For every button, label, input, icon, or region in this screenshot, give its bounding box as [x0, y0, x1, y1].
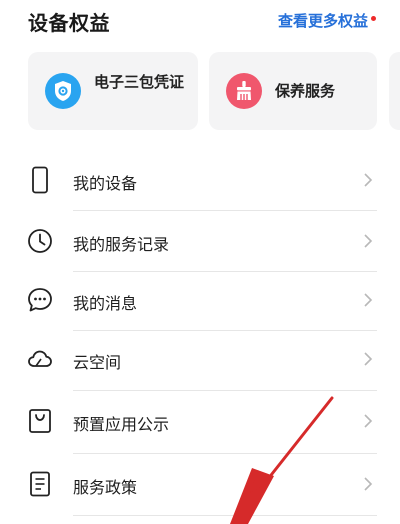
- menu-item-service-records[interactable]: 我的服务记录: [0, 211, 400, 271]
- menu-item-label: 我的消息: [73, 294, 138, 313]
- menu-item-my-messages[interactable]: 我的消息: [0, 272, 400, 332]
- card-warranty-certificate[interactable]: 电子三包凭证: [28, 52, 198, 130]
- menu-item-my-devices[interactable]: 我的设备: [0, 150, 400, 210]
- view-more-benefits-link[interactable]: 查看更多权益: [278, 10, 368, 31]
- chevron-right-icon: [362, 476, 374, 492]
- card-partial[interactable]: [389, 52, 400, 130]
- chevron-right-icon: [362, 351, 374, 367]
- shield-icon: [45, 73, 81, 109]
- menu-item-cloud-space[interactable]: 云空间: [0, 331, 400, 391]
- menu-item-service-policy[interactable]: 服务政策: [0, 454, 400, 514]
- menu-item-label: 预置应用公示: [73, 415, 170, 434]
- shopping-bag-icon: [27, 407, 53, 435]
- card-maintenance-service[interactable]: 保养服务: [209, 52, 377, 130]
- menu-item-label: 我的设备: [73, 174, 138, 193]
- card-label: 电子三包凭证: [94, 73, 185, 91]
- menu-item-label: 云空间: [73, 353, 122, 372]
- phone-icon: [27, 166, 53, 194]
- menu-item-preinstalled-apps[interactable]: 预置应用公示: [0, 391, 400, 451]
- menu-item-label: 我的服务记录: [73, 235, 170, 254]
- notification-dot: [371, 16, 376, 21]
- section-header: 设备权益 查看更多权益: [0, 0, 400, 40]
- menu-item-label: 服务政策: [73, 478, 138, 497]
- document-icon: [27, 470, 53, 498]
- cloud-icon: [27, 345, 53, 373]
- chevron-right-icon: [362, 233, 374, 249]
- clock-icon: [27, 227, 53, 255]
- chevron-right-icon: [362, 292, 374, 308]
- section-title: 设备权益: [28, 11, 110, 35]
- chevron-right-icon: [362, 172, 374, 188]
- chevron-right-icon: [362, 413, 374, 429]
- chat-bubble-icon: [27, 286, 53, 314]
- card-label: 保养服务: [275, 82, 336, 100]
- brush-icon: [226, 73, 262, 109]
- divider: [73, 515, 377, 516]
